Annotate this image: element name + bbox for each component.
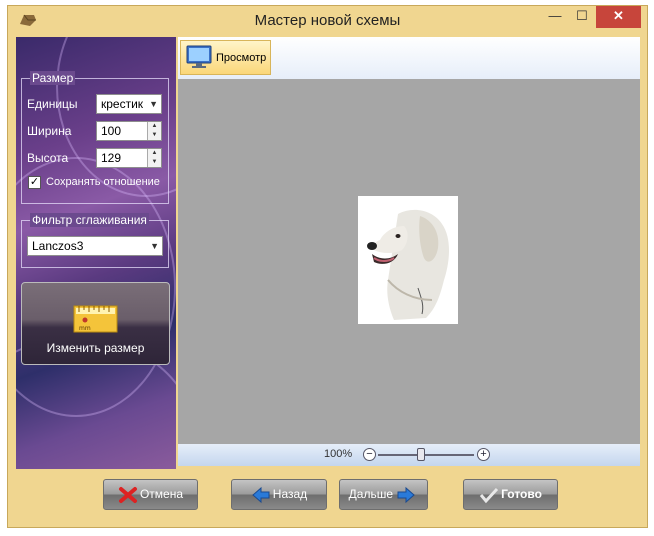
- done-button[interactable]: Готово: [463, 479, 558, 510]
- units-select-value: крестик: [101, 97, 144, 111]
- height-spinbox[interactable]: 129 ▲ ▼: [96, 148, 162, 168]
- monitor-icon: [186, 45, 212, 68]
- zoom-slider-thumb[interactable]: [417, 448, 426, 461]
- width-spinbox[interactable]: 100 ▲ ▼: [96, 121, 162, 141]
- wizard-window: Мастер новой схемы — ☐ ✕ Размер Единицы …: [7, 5, 648, 528]
- size-group: Размер Единицы крестик ▼ Ширина 100 ▲ ▼ …: [21, 71, 169, 204]
- cancel-x-icon: [118, 486, 137, 503]
- next-button[interactable]: Дальше: [339, 479, 428, 510]
- units-select[interactable]: крестик ▼: [96, 94, 162, 114]
- units-label: Единицы: [27, 97, 78, 111]
- ruler-text: mm: [79, 325, 91, 332]
- resize-button-label: Изменить размер: [46, 341, 145, 355]
- done-label: Готово: [501, 487, 542, 501]
- width-spin-buttons[interactable]: ▲ ▼: [147, 122, 161, 140]
- chevron-down-icon: ▼: [150, 241, 159, 251]
- preview-tab-label: Просмотр: [216, 52, 267, 64]
- height-value: 129: [101, 151, 122, 165]
- next-label: Дальше: [348, 487, 393, 501]
- height-label: Высота: [27, 151, 69, 165]
- spin-down-icon[interactable]: ▼: [148, 158, 161, 167]
- spin-up-icon[interactable]: ▲: [148, 149, 161, 158]
- ruler-icon: mm: [73, 305, 118, 333]
- filter-select[interactable]: Lanczos3 ▼: [27, 236, 163, 256]
- title-bar: Мастер новой схемы — ☐ ✕: [8, 6, 647, 36]
- settings-panel: Размер Единицы крестик ▼ Ширина 100 ▲ ▼ …: [16, 37, 176, 469]
- back-label: Назад: [272, 487, 308, 501]
- zoom-percent: 100%: [324, 448, 353, 460]
- zoom-minus-icon[interactable]: −: [363, 448, 376, 461]
- preview-image: [358, 196, 458, 324]
- height-spin-buttons[interactable]: ▲ ▼: [147, 149, 161, 167]
- spin-down-icon[interactable]: ▼: [148, 131, 161, 140]
- spin-up-icon[interactable]: ▲: [148, 122, 161, 131]
- resize-button[interactable]: mm Изменить размер: [21, 282, 170, 365]
- maximize-button[interactable]: ☐: [570, 6, 594, 28]
- zoom-bar: 100% − +: [178, 444, 640, 466]
- cancel-label: Отмена: [139, 487, 184, 501]
- cancel-button[interactable]: Отмена: [103, 479, 198, 510]
- keep-ratio-label: Сохранять отношение: [46, 176, 160, 188]
- minimize-button[interactable]: —: [543, 6, 567, 28]
- close-button[interactable]: ✕: [596, 6, 641, 28]
- chevron-down-icon: ▼: [149, 99, 158, 109]
- zoom-plus-icon[interactable]: +: [477, 448, 490, 461]
- preview-tab-button[interactable]: Просмотр: [180, 40, 271, 75]
- size-group-legend: Размер: [30, 71, 76, 85]
- back-arrow-icon: [252, 486, 270, 503]
- preview-area: [178, 79, 640, 444]
- dog-image: [367, 209, 449, 320]
- preview-toolbar: Просмотр: [178, 37, 640, 79]
- filter-group: Фильтр сглаживания Lanczos3 ▼: [21, 213, 169, 268]
- filter-select-value: Lanczos3: [32, 239, 84, 253]
- keep-ratio-checkbox[interactable]: ✓: [28, 176, 41, 189]
- check-icon: [479, 487, 499, 504]
- back-button[interactable]: Назад: [231, 479, 327, 510]
- filter-group-legend: Фильтр сглаживания: [30, 213, 149, 227]
- width-label: Ширина: [27, 124, 72, 138]
- zoom-slider-track[interactable]: [378, 454, 474, 456]
- next-arrow-icon: [397, 486, 416, 503]
- width-value: 100: [101, 124, 122, 138]
